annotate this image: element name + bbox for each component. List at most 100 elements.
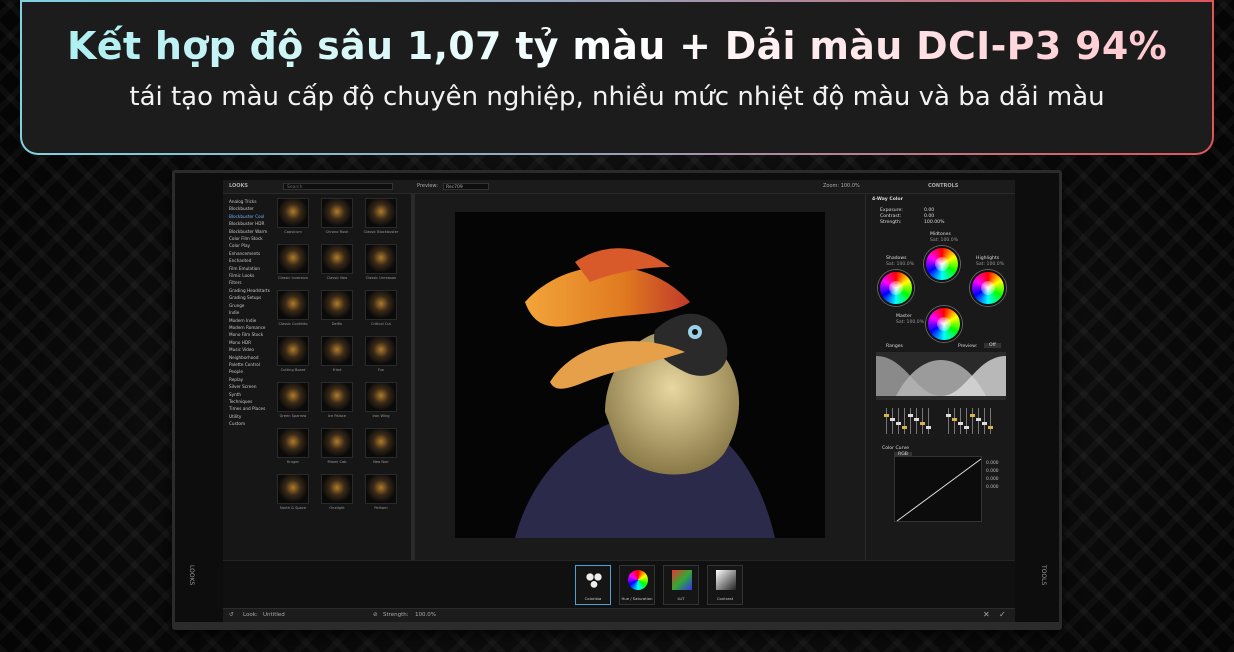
contrast-value[interactable]: 0.00 [924, 214, 934, 219]
range-slider[interactable] [946, 408, 951, 434]
range-slider[interactable] [914, 408, 919, 434]
exposure-value[interactable]: 0.00 [924, 208, 934, 213]
reset-icon[interactable]: ↺ [229, 612, 234, 618]
master-color-wheel[interactable] [926, 306, 962, 342]
look-thumbnail[interactable] [365, 474, 397, 504]
range-slider-knob[interactable] [958, 422, 963, 425]
looks-category-item[interactable]: Music Video [223, 346, 269, 353]
looks-category-item[interactable]: Neighborhood [223, 354, 269, 361]
looks-category-item[interactable]: Blockbuster Warm [223, 228, 269, 235]
tools-edge-tab[interactable]: TOOLS [1037, 565, 1049, 588]
looks-category-item[interactable]: Modern Romance [223, 324, 269, 331]
look-thumbnail[interactable] [277, 382, 309, 412]
range-slider[interactable] [964, 408, 969, 434]
range-slider-knob[interactable] [988, 426, 993, 429]
range-slider-knob[interactable] [884, 414, 889, 417]
status-strength-value[interactable]: 100.0% [415, 612, 436, 618]
looks-category-item[interactable]: Grading Headstarts [223, 287, 270, 294]
apply-check-icon[interactable]: ✓ [999, 610, 1006, 619]
range-slider-knob[interactable] [890, 418, 895, 421]
look-thumbnail[interactable] [277, 290, 309, 320]
range-slider-knob[interactable] [902, 426, 907, 429]
looks-category-item[interactable]: Modern Indie [223, 317, 269, 324]
range-slider-knob[interactable] [952, 418, 957, 421]
range-slider-knob[interactable] [982, 422, 987, 425]
range-slider-knob[interactable] [914, 418, 919, 421]
look-thumbnail[interactable] [277, 428, 309, 458]
looks-category-item[interactable]: Grunge [223, 302, 269, 309]
range-slider[interactable] [988, 408, 993, 434]
look-thumbnail[interactable] [321, 244, 353, 274]
look-thumbnail[interactable] [365, 290, 397, 320]
color-curve-graph[interactable] [894, 456, 982, 522]
range-slider[interactable] [920, 408, 925, 434]
look-thumbnail[interactable] [365, 382, 397, 412]
range-slider[interactable] [908, 408, 913, 434]
look-thumbnail[interactable] [277, 474, 309, 504]
look-thumbnail[interactable] [277, 244, 309, 274]
range-slider[interactable] [970, 408, 975, 434]
range-slider[interactable] [896, 408, 901, 434]
range-slider-knob[interactable] [908, 414, 913, 417]
range-slider[interactable] [890, 408, 895, 434]
range-slider[interactable] [884, 408, 889, 434]
highlights-color-wheel[interactable] [970, 270, 1006, 306]
range-slider[interactable] [952, 408, 957, 434]
midtones-color-wheel[interactable] [924, 246, 960, 282]
looks-category-item[interactable]: Replay [223, 376, 269, 383]
looks-category-item[interactable]: Silver Screen [223, 383, 269, 390]
looks-category-item[interactable]: Color Film Stock [223, 235, 269, 242]
look-thumbnail[interactable] [321, 474, 353, 504]
look-thumbnail[interactable] [321, 336, 353, 366]
shadows-color-wheel[interactable] [878, 270, 914, 306]
look-thumbnail[interactable] [321, 198, 353, 228]
range-slider[interactable] [926, 408, 931, 434]
tool-button[interactable]: Contrast [707, 565, 743, 605]
look-thumbnail[interactable] [321, 428, 353, 458]
range-slider-knob[interactable] [964, 426, 969, 429]
looks-category-item[interactable]: Custom [223, 420, 269, 427]
curve-value[interactable]: 0.000 [986, 484, 999, 492]
looks-category-item[interactable]: Palette Control [223, 361, 269, 368]
look-thumbnail[interactable] [365, 244, 397, 274]
looks-category-item[interactable]: Blockbuster [223, 205, 269, 212]
tool-button[interactable]: Colorista [575, 565, 611, 605]
range-slider-knob[interactable] [946, 414, 951, 417]
look-thumbnail[interactable] [321, 382, 353, 412]
looks-category-item[interactable]: Times and Places [223, 405, 269, 412]
looks-category-item[interactable]: Enchanted [223, 257, 269, 264]
looks-category-item[interactable]: People [223, 368, 269, 375]
looks-category-item[interactable]: Filters [223, 279, 269, 286]
range-slider[interactable] [982, 408, 987, 434]
looks-edge-tab[interactable]: LOOKS [185, 565, 197, 588]
ranges-graph[interactable] [876, 352, 1006, 400]
look-thumbnail[interactable] [365, 198, 397, 228]
looks-category-item[interactable]: Enhancements [223, 250, 269, 257]
look-thumbnail[interactable] [277, 198, 309, 228]
looks-category-item[interactable]: Mono Film Stock [223, 331, 269, 338]
look-thumbnail[interactable] [365, 428, 397, 458]
ranges-preview-toggle[interactable]: Off [984, 343, 1001, 348]
tool-button[interactable]: LUT [663, 565, 699, 605]
looks-category-item[interactable]: Color Play [223, 242, 269, 249]
tool-button[interactable]: Hue / Saturation [619, 565, 655, 605]
preview-select[interactable]: Rec709 [443, 183, 489, 190]
range-slider-knob[interactable] [896, 422, 901, 425]
search-input[interactable]: Search [283, 183, 393, 190]
look-thumbnail[interactable] [321, 290, 353, 320]
looks-category-item[interactable]: Filmic Looks [223, 272, 269, 279]
looks-category-item[interactable]: Utility [223, 413, 269, 420]
looks-category-item[interactable]: Film Emulation [223, 265, 269, 272]
range-slider[interactable] [976, 408, 981, 434]
look-thumbnail[interactable] [277, 336, 309, 366]
looks-category-item[interactable]: Techniques [223, 398, 269, 405]
curve-value[interactable]: 0.000 [986, 460, 999, 468]
strength-value[interactable]: 100.00% [924, 220, 944, 225]
looks-category-item[interactable]: Analog Tricks [223, 198, 269, 205]
curve-value[interactable]: 0.000 [986, 468, 999, 476]
curve-value[interactable]: 0.000 [986, 476, 999, 484]
looks-category-item[interactable]: Grading Setups [223, 294, 269, 301]
range-slider-knob[interactable] [920, 422, 925, 425]
range-slider[interactable] [902, 408, 907, 434]
looks-category-item[interactable]: Blockbuster HDR [223, 220, 269, 227]
